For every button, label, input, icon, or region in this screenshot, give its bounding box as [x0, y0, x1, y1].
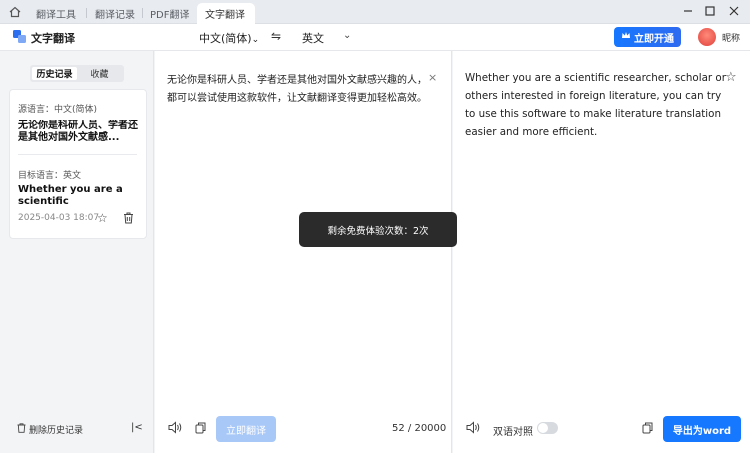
record-target-language: 目标语言：英文: [18, 171, 82, 181]
close-window-icon[interactable]: [724, 2, 744, 20]
tab-text-translate-label: 文字翻译: [205, 10, 245, 21]
translate-now-button[interactable]: 立即翻译: [216, 416, 276, 442]
tab-pdf-translate[interactable]: PDF翻译: [142, 3, 197, 24]
bilingual-label: 双语对照: [493, 427, 533, 438]
source-language-label: 中文(简体): [199, 32, 252, 45]
copy-icon[interactable]: [195, 422, 206, 437]
vip-activate-label: 立即开通: [634, 33, 674, 45]
maximize-icon[interactable]: [700, 2, 720, 20]
avatar[interactable]: [698, 28, 716, 46]
export-word-button[interactable]: 导出为word: [663, 416, 741, 442]
chevron-down-icon[interactable]: ⌄: [343, 30, 351, 41]
free-trial-toast: 剩余免费体验次数：2次: [299, 212, 457, 247]
history-record-card[interactable]: 源语言：中文(简体) 无论你是科研人员、学者还是其他对国外文献感... 目标语言…: [9, 89, 147, 239]
record-target-preview: Whether you are a scientific researcher,…: [18, 184, 123, 207]
sidebar: 历史记录 收藏 源语言：中文(简体) 无论你是科研人员、学者还是其他对国外文献感…: [0, 51, 154, 453]
header: 文字翻译 中文(简体)⌄ ⇋ 英文 ⌄ 立即开通 昵称: [0, 24, 750, 51]
vip-activate-button[interactable]: 立即开通: [614, 27, 681, 47]
favorite-star-icon[interactable]: ☆: [725, 70, 737, 85]
speaker-icon[interactable]: [168, 421, 183, 437]
chevron-down-icon: ⌄: [251, 35, 260, 45]
minimize-icon[interactable]: [678, 2, 698, 20]
collapse-sidebar-icon[interactable]: |<: [131, 422, 143, 433]
delete-trash-icon[interactable]: [123, 212, 134, 227]
tab-strip: 翻译工具 翻译记录 PDF翻译 文字翻译: [0, 0, 750, 24]
sidebar-tabs: 历史记录 收藏: [30, 65, 124, 82]
target-language-select[interactable]: 英文: [302, 30, 324, 46]
tab-favorites[interactable]: 收藏: [77, 67, 122, 80]
source-language-select[interactable]: 中文(简体)⌄: [199, 30, 259, 46]
record-source-language: 源语言：中文(简体): [18, 105, 98, 115]
clear-text-icon[interactable]: ×: [428, 71, 437, 84]
favorite-star-icon[interactable]: ☆: [97, 211, 108, 225]
character-counter: 52 / 20000: [392, 423, 447, 434]
bilingual-toggle[interactable]: [537, 422, 558, 434]
tab-text-translate[interactable]: 文字翻译: [197, 3, 255, 24]
crown-icon: [621, 31, 631, 43]
clear-history-label: 删除历史记录: [29, 426, 84, 436]
tab-translate-records[interactable]: 翻译记录: [87, 3, 142, 24]
copy-icon[interactable]: [642, 422, 653, 437]
home-icon[interactable]: [7, 4, 23, 20]
app-logo-icon: [13, 30, 26, 43]
speaker-icon[interactable]: [466, 421, 481, 437]
tab-translate-tools[interactable]: 翻译工具: [28, 3, 86, 24]
nickname[interactable]: 昵称: [722, 31, 740, 44]
source-pane: 无论你是科研人员、学者还是其他对国外文献感兴趣的人，都可以尝试使用这款软件，让文…: [155, 51, 452, 453]
target-pane: Whether you are a scientific researcher,…: [453, 51, 750, 453]
app-title: 文字翻译: [31, 32, 75, 45]
tab-history[interactable]: 历史记录: [32, 67, 77, 80]
source-text-input[interactable]: 无论你是科研人员、学者还是其他对国外文献感兴趣的人，都可以尝试使用这款软件，让文…: [167, 72, 429, 108]
clear-history-icon: [17, 423, 26, 436]
record-source-preview: 无论你是科研人员、学者还是其他对国外文献感...: [18, 120, 138, 143]
swap-languages-icon[interactable]: ⇋: [271, 29, 281, 43]
translation-output: Whether you are a scientific researcher,…: [465, 72, 726, 138]
divider: [18, 154, 137, 155]
clear-history-button[interactable]: 删除历史记录: [17, 423, 83, 436]
record-time: 2025-04-03 18:07: [18, 213, 100, 223]
